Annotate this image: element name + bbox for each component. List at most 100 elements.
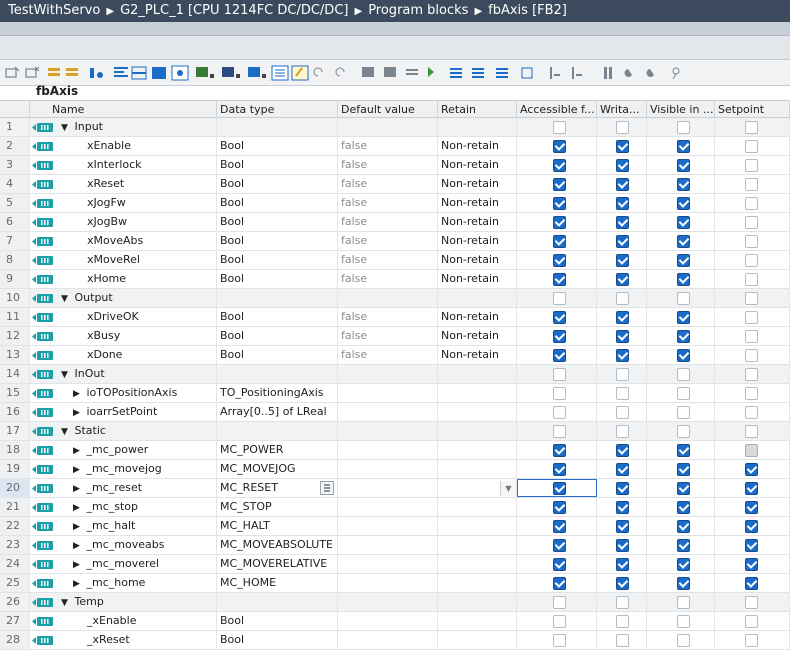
visible-checkbox[interactable] bbox=[677, 178, 690, 191]
default-value-cell[interactable]: false bbox=[338, 232, 438, 250]
expand-triangle-icon[interactable]: ▶ bbox=[73, 518, 83, 535]
table-row[interactable]: 13 xDone Bool false Non-retain bbox=[0, 346, 790, 365]
visible-checkbox[interactable] bbox=[677, 216, 690, 229]
variable-name-cell[interactable]: xInterlock bbox=[55, 156, 217, 174]
table-row[interactable]: 26 ▼ Temp bbox=[0, 593, 790, 612]
data-type-cell[interactable]: Bool bbox=[217, 631, 338, 649]
table-row[interactable]: 19 ▶ _mc_movejog MC_MOVEJOG bbox=[0, 460, 790, 479]
data-type-cell[interactable]: Bool bbox=[217, 270, 338, 288]
table-row[interactable]: 4 xReset Bool false Non-retain bbox=[0, 175, 790, 194]
setpoint-checkbox[interactable] bbox=[745, 273, 758, 286]
retain-cell[interactable] bbox=[438, 612, 517, 630]
setpoint-checkbox[interactable] bbox=[745, 615, 758, 628]
visible-checkbox[interactable] bbox=[677, 539, 690, 552]
default-value-cell[interactable] bbox=[338, 555, 438, 573]
retain-cell[interactable] bbox=[438, 384, 517, 402]
table-row[interactable]: 25 ▶ _mc_home MC_HOME bbox=[0, 574, 790, 593]
retain-cell[interactable] bbox=[438, 403, 517, 421]
visible-checkbox[interactable] bbox=[677, 387, 690, 400]
header-setpoint[interactable]: Setpoint bbox=[715, 101, 790, 118]
data-type-cell[interactable]: Bool bbox=[217, 156, 338, 174]
retain-cell[interactable]: Non-retain bbox=[438, 346, 517, 364]
data-type-cell[interactable]: MC_POWER bbox=[217, 441, 338, 459]
setpoint-checkbox[interactable] bbox=[745, 425, 758, 438]
visible-checkbox[interactable] bbox=[677, 292, 690, 305]
visible-checkbox[interactable] bbox=[677, 558, 690, 571]
default-value-cell[interactable] bbox=[338, 384, 438, 402]
visible-checkbox[interactable] bbox=[677, 634, 690, 647]
accessible-checkbox[interactable] bbox=[553, 159, 566, 172]
default-value-cell[interactable] bbox=[338, 536, 438, 554]
data-type-cell[interactable] bbox=[217, 422, 338, 440]
accessible-checkbox[interactable] bbox=[553, 178, 566, 191]
accessible-checkbox[interactable] bbox=[553, 406, 566, 419]
setpoint-checkbox[interactable] bbox=[745, 501, 758, 514]
writable-checkbox[interactable] bbox=[616, 311, 629, 324]
setpoint-checkbox[interactable] bbox=[745, 330, 758, 343]
table-row[interactable]: 7 xMoveAbs Bool false Non-retain bbox=[0, 232, 790, 251]
retain-cell[interactable]: Non-retain bbox=[438, 327, 517, 345]
visible-checkbox[interactable] bbox=[677, 121, 690, 134]
accessible-checkbox[interactable] bbox=[553, 634, 566, 647]
writable-checkbox[interactable] bbox=[616, 140, 629, 153]
visible-checkbox[interactable] bbox=[677, 330, 690, 343]
variable-name-cell[interactable]: xJogFw bbox=[55, 194, 217, 212]
setpoint-checkbox[interactable] bbox=[745, 140, 758, 153]
variable-name-cell[interactable]: _xEnable bbox=[55, 612, 217, 630]
accessible-checkbox[interactable] bbox=[553, 349, 566, 362]
default-value-cell[interactable]: false bbox=[338, 194, 438, 212]
accessible-checkbox[interactable] bbox=[553, 292, 566, 305]
setpoint-checkbox[interactable] bbox=[745, 520, 758, 533]
data-type-cell[interactable]: MC_HOME bbox=[217, 574, 338, 592]
setpoint-checkbox[interactable] bbox=[745, 406, 758, 419]
visible-checkbox[interactable] bbox=[677, 520, 690, 533]
setpoint-checkbox[interactable] bbox=[745, 634, 758, 647]
visible-checkbox[interactable] bbox=[677, 254, 690, 267]
expand-triangle-icon[interactable]: ▶ bbox=[73, 404, 83, 421]
default-value-cell[interactable]: false bbox=[338, 251, 438, 269]
writable-checkbox[interactable] bbox=[616, 634, 629, 647]
table-row[interactable]: 21 ▶ _mc_stop MC_STOP bbox=[0, 498, 790, 517]
setpoint-checkbox[interactable] bbox=[745, 292, 758, 305]
expand-triangle-icon[interactable]: ▶ bbox=[73, 499, 83, 516]
default-value-cell[interactable]: false bbox=[338, 137, 438, 155]
retain-cell[interactable] bbox=[438, 593, 517, 611]
expand-triangle-icon[interactable]: ▶ bbox=[73, 461, 83, 478]
retain-cell[interactable]: Non-retain bbox=[438, 194, 517, 212]
visible-checkbox[interactable] bbox=[677, 197, 690, 210]
setpoint-checkbox[interactable] bbox=[745, 444, 758, 457]
data-type-cell[interactable]: Bool bbox=[217, 251, 338, 269]
header-data-type[interactable]: Data type bbox=[217, 101, 338, 118]
accessible-checkbox[interactable] bbox=[553, 444, 566, 457]
table-row[interactable]: 14 ▼ InOut bbox=[0, 365, 790, 384]
visible-checkbox[interactable] bbox=[677, 273, 690, 286]
retain-cell[interactable] bbox=[438, 289, 517, 307]
setpoint-checkbox[interactable] bbox=[745, 254, 758, 267]
accessible-checkbox[interactable] bbox=[553, 596, 566, 609]
data-type-cell[interactable]: Bool bbox=[217, 327, 338, 345]
retain-cell[interactable] bbox=[438, 441, 517, 459]
table-row[interactable]: 24 ▶ _mc_moverel MC_MOVERELATIVE bbox=[0, 555, 790, 574]
variable-name-cell[interactable]: ▶ _mc_home bbox=[55, 574, 217, 592]
retain-cell[interactable]: Non-retain bbox=[438, 175, 517, 193]
data-type-cell[interactable] bbox=[217, 118, 338, 136]
expand-triangle-icon[interactable]: ▶ bbox=[73, 537, 83, 554]
default-value-cell[interactable]: false bbox=[338, 156, 438, 174]
setpoint-checkbox[interactable] bbox=[745, 463, 758, 476]
default-value-cell[interactable] bbox=[338, 289, 438, 307]
table-row[interactable]: 17 ▼ Static bbox=[0, 422, 790, 441]
retain-dropdown-arrow-icon[interactable]: ▼ bbox=[500, 481, 516, 496]
variable-name-cell[interactable]: ▶ _mc_stop bbox=[55, 498, 217, 516]
writable-checkbox[interactable] bbox=[616, 520, 629, 533]
setpoint-checkbox[interactable] bbox=[745, 349, 758, 362]
retain-cell[interactable]: Non-retain bbox=[438, 232, 517, 250]
writable-checkbox[interactable] bbox=[616, 539, 629, 552]
variable-name-cell[interactable]: xEnable bbox=[55, 137, 217, 155]
writable-checkbox[interactable] bbox=[616, 444, 629, 457]
writable-checkbox[interactable] bbox=[616, 121, 629, 134]
table-row[interactable]: 20 ▶ _mc_reset MC_RESET ▼ bbox=[0, 479, 790, 498]
data-type-cell[interactable]: MC_MOVEJOG bbox=[217, 460, 338, 478]
table-row[interactable]: 23 ▶ _mc_moveabs MC_MOVEABSOLUTE bbox=[0, 536, 790, 555]
retain-cell[interactable]: Non-retain bbox=[438, 308, 517, 326]
data-type-cell[interactable]: MC_STOP bbox=[217, 498, 338, 516]
